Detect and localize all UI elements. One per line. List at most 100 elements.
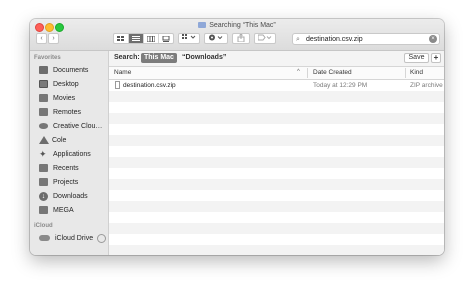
search-icon: ⌕ <box>296 36 300 43</box>
sort-ascending-icon: ^ <box>297 69 300 75</box>
column-view-icon <box>147 35 155 42</box>
icon-view-icon <box>117 35 124 41</box>
forward-icon: › <box>52 35 55 42</box>
sidebar-item-label: Desktop <box>53 80 79 88</box>
empty-row <box>109 245 444 255</box>
empty-row <box>109 168 444 179</box>
icon-view-button[interactable] <box>114 34 129 43</box>
recents-icon <box>39 164 48 172</box>
column-view-button[interactable] <box>144 34 159 43</box>
list-view-icon <box>132 35 140 41</box>
sidebar-item-label: Documents <box>53 66 89 74</box>
group-button[interactable] <box>178 33 200 44</box>
empty-row <box>109 102 444 113</box>
column-divider[interactable] <box>405 68 406 78</box>
icloud-status-icon <box>97 233 107 243</box>
results-list: destination.csv.zip Today at 12:29 PM ZI… <box>109 80 444 255</box>
scope-downloads-button[interactable]: “Downloads” <box>182 54 226 61</box>
desktop-icon <box>39 80 48 88</box>
window-title-text: Searching “This Mac” <box>209 22 276 29</box>
folder-icon <box>39 206 48 214</box>
share-button[interactable] <box>232 33 250 44</box>
sidebar-item-movies[interactable]: Movies <box>39 92 109 104</box>
back-button[interactable]: ‹ <box>36 33 47 44</box>
sidebar-heading-favorites: Favorites <box>34 55 61 61</box>
column-divider[interactable] <box>307 68 308 78</box>
empty-row <box>109 146 444 157</box>
sidebar-item-documents[interactable]: Documents <box>39 64 109 76</box>
empty-row <box>109 113 444 124</box>
remotes-icon <box>39 108 48 116</box>
empty-row <box>109 135 444 146</box>
sidebar-item-label: Remotes <box>53 108 82 116</box>
title-bar: Searching “This Mac” ‹ › ⌕ destination.c… <box>30 19 444 51</box>
add-criteria-button[interactable]: + <box>431 53 441 63</box>
clear-search-icon[interactable]: × <box>429 35 437 43</box>
gallery-view-button[interactable] <box>159 34 173 43</box>
column-header-kind[interactable]: Kind <box>410 69 423 76</box>
window-title: Searching “This Mac” <box>30 22 444 29</box>
table-row[interactable]: destination.csv.zip Today at 12:29 PM ZI… <box>109 80 444 91</box>
sidebar-item-label: MEGA <box>53 206 74 214</box>
icloud-icon <box>39 235 50 241</box>
sidebar-item-label: Cole <box>52 136 67 144</box>
smart-folder-icon <box>198 22 207 28</box>
search-input[interactable]: destination.csv.zip <box>306 35 363 44</box>
forward-button[interactable]: › <box>48 33 59 44</box>
sidebar-item-label: Creative Clou… <box>53 122 103 130</box>
sidebar: Favorites Documents Desktop Movies Remot… <box>30 51 109 255</box>
scope-this-mac-button[interactable]: This Mac <box>141 53 177 63</box>
creative-cloud-icon <box>39 123 48 129</box>
sidebar-item-label: Projects <box>53 178 79 186</box>
sidebar-item-applications[interactable]: ✦ Applications <box>39 148 109 160</box>
sidebar-item-icloud-drive[interactable]: iCloud Drive <box>39 232 109 244</box>
view-mode-segmented-control[interactable] <box>113 33 174 44</box>
sidebar-item-label: Movies <box>53 94 76 102</box>
tag-icon <box>257 34 272 41</box>
sidebar-item-label: Recents <box>53 164 79 172</box>
empty-row <box>109 190 444 201</box>
empty-row <box>109 212 444 223</box>
gallery-view-icon <box>162 35 170 42</box>
group-icon <box>182 34 196 39</box>
sidebar-item-mega[interactable]: MEGA <box>39 204 109 216</box>
empty-row <box>109 223 444 234</box>
applications-icon: ✦ <box>39 149 47 159</box>
sidebar-item-desktop[interactable]: Desktop <box>39 78 109 90</box>
sidebar-item-recents[interactable]: Recents <box>39 162 109 174</box>
gear-icon <box>209 34 223 41</box>
zip-file-icon <box>115 81 120 89</box>
sidebar-item-cole[interactable]: Cole <box>39 134 109 146</box>
scope-label: Search: <box>114 54 140 61</box>
save-search-button[interactable]: Save <box>404 53 429 63</box>
sidebar-item-creative-cloud[interactable]: Creative Clou… <box>39 120 109 132</box>
list-view-button[interactable] <box>129 34 144 43</box>
search-scope-bar: Search: This Mac “Downloads” Save + <box>109 51 444 67</box>
file-date-created: Today at 12:29 PM <box>313 82 368 89</box>
column-header-name[interactable]: Name <box>114 69 131 76</box>
folder-icon <box>39 178 48 186</box>
tags-button[interactable] <box>254 33 276 44</box>
column-header-date-created[interactable]: Date Created <box>313 69 352 76</box>
empty-row <box>109 234 444 245</box>
empty-row <box>109 124 444 135</box>
sidebar-item-label: Applications <box>53 150 91 158</box>
finder-window: Searching “This Mac” ‹ › ⌕ destination.c… <box>30 19 444 255</box>
documents-icon <box>39 66 48 74</box>
empty-row <box>109 179 444 190</box>
file-kind: ZIP archive <box>410 82 443 89</box>
file-name: destination.csv.zip <box>123 82 176 89</box>
sidebar-item-projects[interactable]: Projects <box>39 176 109 188</box>
sidebar-item-label: iCloud Drive <box>55 234 94 242</box>
sidebar-heading-icloud: iCloud <box>34 223 53 229</box>
search-field[interactable]: ⌕ destination.csv.zip × <box>292 33 440 45</box>
share-icon <box>237 33 245 43</box>
action-button[interactable] <box>204 33 228 44</box>
back-icon: ‹ <box>40 35 43 42</box>
main-content: Search: This Mac “Downloads” Save + Name… <box>109 51 444 255</box>
sidebar-item-downloads[interactable]: ↓ Downloads <box>39 190 109 202</box>
sidebar-item-remotes[interactable]: Remotes <box>39 106 109 118</box>
empty-row <box>109 157 444 168</box>
downloads-icon: ↓ <box>39 191 48 201</box>
empty-row <box>109 201 444 212</box>
